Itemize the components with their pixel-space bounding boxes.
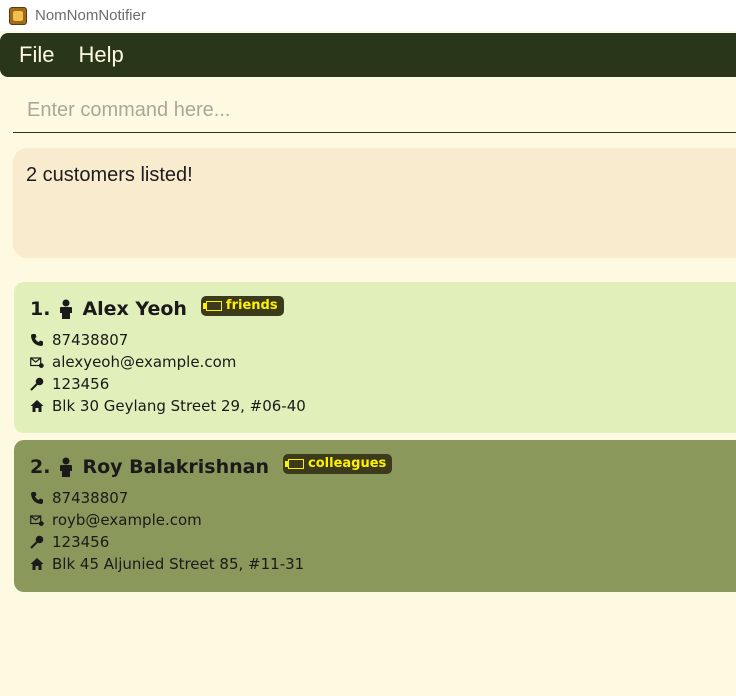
menu-help[interactable]: Help (66, 42, 135, 68)
phone-icon (31, 492, 43, 504)
postal-row: 123456 (30, 375, 109, 393)
home-icon (30, 400, 44, 412)
address-row: Blk 45 Aljunied Street 85, #11-31 (30, 555, 304, 573)
address-value: Blk 45 Aljunied Street 85, #11-31 (52, 555, 305, 573)
command-input[interactable] (13, 89, 736, 131)
tag-badge: friends (200, 296, 284, 316)
tag-icon (285, 458, 305, 469)
person-icon (60, 457, 73, 477)
email-row: royb@example.com (30, 511, 202, 529)
result-message: 2 customers listed! (26, 164, 193, 186)
email-row: alexyeoh@example.com (30, 353, 236, 371)
postal-row: 123456 (30, 533, 109, 551)
customer-card[interactable]: 2. Roy Balakrishnan colleagues 87438807 … (14, 440, 736, 592)
phone-row: 87438807 (30, 489, 128, 507)
postal-value: 123456 (52, 375, 110, 393)
menu-bar: File Help (0, 33, 736, 77)
pin-icon (30, 535, 44, 549)
tag-icon (202, 300, 222, 311)
customer-name-row: 1. Alex Yeoh friends (30, 296, 284, 320)
customer-index: 2. (30, 456, 51, 478)
app-logo-icon (9, 6, 27, 25)
tag-badge: colleagues (283, 454, 393, 474)
phone-icon (31, 334, 43, 346)
phone-value: 87438807 (52, 489, 129, 507)
address-value: Blk 30 Geylang Street 29, #06-40 (52, 397, 306, 415)
tag-label: colleagues (308, 456, 387, 471)
person-icon (60, 299, 73, 319)
email-value: royb@example.com (52, 511, 202, 529)
menu-file[interactable]: File (7, 42, 66, 68)
result-display[interactable]: 2 customers listed! (13, 148, 736, 258)
pin-icon (30, 377, 44, 391)
tag-label: friends (225, 298, 278, 313)
email-icon (30, 515, 44, 526)
customer-name: Alex Yeoh (82, 298, 187, 320)
customer-name: Roy Balakrishnan (82, 456, 270, 478)
customer-card[interactable]: 1. Alex Yeoh friends 87438807 alexyeoh@e… (14, 282, 736, 433)
customer-index: 1. (30, 298, 51, 320)
home-icon (30, 558, 44, 570)
email-icon (30, 357, 44, 368)
customer-name-row: 2. Roy Balakrishnan colleagues (30, 454, 393, 478)
command-box (13, 89, 736, 133)
title-bar: NomNomNotifier (0, 0, 736, 31)
phone-row: 87438807 (30, 331, 128, 349)
phone-value: 87438807 (52, 331, 129, 349)
email-value: alexyeoh@example.com (52, 353, 237, 371)
postal-value: 123456 (52, 533, 110, 551)
address-row: Blk 30 Geylang Street 29, #06-40 (30, 397, 306, 415)
window-title: NomNomNotifier (35, 7, 146, 24)
